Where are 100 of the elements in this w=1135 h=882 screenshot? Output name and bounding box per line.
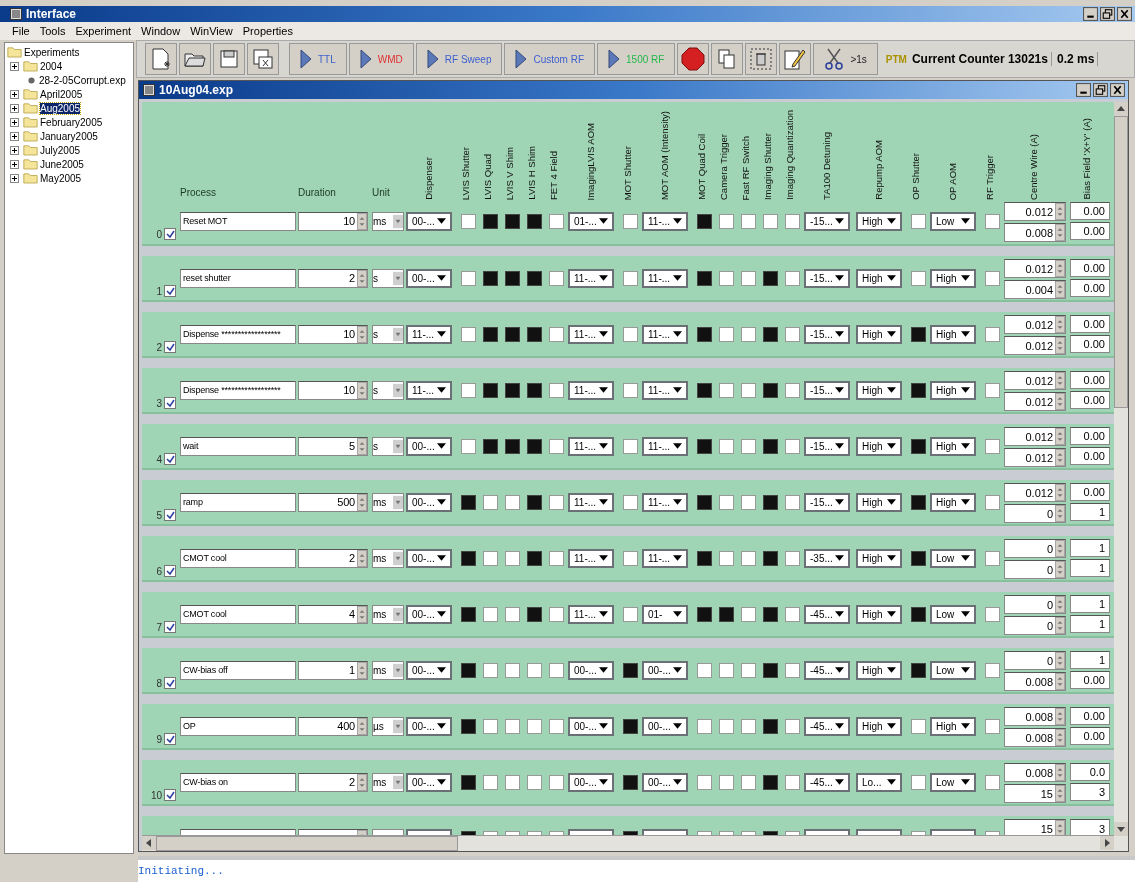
dropdown[interactable]: -45... [804,716,850,736]
process-name-field[interactable]: CMOT cool [180,604,296,624]
current-spin-field[interactable]: 0.00 [1070,671,1110,689]
current-spin-field[interactable]: 0.008 [1004,728,1066,747]
dropdown[interactable]: 00-... [406,436,452,456]
cut-button[interactable]: >1s [813,43,878,75]
current-spin-field[interactable]: 0.00 [1070,259,1110,277]
dropdown[interactable]: -35... [804,548,850,568]
current-spin-field[interactable]: 1 [1070,559,1110,577]
dropdown[interactable]: High [856,211,902,231]
dropdown[interactable]: High [930,436,976,456]
dropdown[interactable]: High [930,716,976,736]
duration-spin-field[interactable]: 2 [298,268,368,288]
menu-item[interactable]: File [12,25,30,37]
dropdown[interactable]: High [930,492,976,512]
current-spin-field[interactable]: 0.00 [1070,447,1110,465]
process-name-field[interactable]: OP [180,716,296,736]
current-spin-field[interactable]: 0.00 [1070,371,1110,389]
dropdown[interactable]: 11-... [642,436,688,456]
dropdown[interactable]: 11-... [642,380,688,400]
dropdown[interactable]: High [856,492,902,512]
dropdown[interactable]: 11-... [568,268,614,288]
dropdown[interactable]: Low [930,772,976,792]
dropdown[interactable]: 00-... [406,548,452,568]
dropdown[interactable]: 11-... [568,380,614,400]
duration-spin-field[interactable]: 1 [298,660,368,680]
current-spin-field[interactable]: 15 [1004,819,1066,835]
tree-item[interactable]: Aug2005 [40,102,81,114]
duration-spin-field[interactable]: 4 [298,604,368,624]
menu-item[interactable]: Experiment [75,25,132,37]
dropdown[interactable]: High [930,324,976,344]
current-spin-field[interactable]: 0 [1004,651,1066,670]
dropdown[interactable]: -15... [804,492,850,512]
current-spin-field[interactable]: 0.008 [1004,672,1066,691]
process-name-field[interactable]: Dispense ****************** [180,324,296,344]
current-spin-field[interactable]: 0.012 [1004,315,1066,334]
dropdown[interactable]: Low [930,660,976,680]
current-spin-field[interactable]: 1 [1070,615,1110,633]
current-spin-field[interactable]: 1 [1070,651,1110,669]
dropdown[interactable]: 11-... [568,324,614,344]
tree-item[interactable]: February2005 [40,116,103,128]
current-spin-field[interactable]: 0.008 [1004,707,1066,726]
current-spin-field[interactable]: 0.012 [1004,448,1066,467]
dropdown[interactable]: High [856,604,902,624]
current-spin-field[interactable]: 0.008 [1004,763,1066,782]
tree-item[interactable]: April2005 [40,88,83,100]
dropdown[interactable]: 00-... [406,492,452,512]
current-spin-field[interactable]: 0 [1004,595,1066,614]
dropdown[interactable]: High [930,380,976,400]
process-name-field[interactable]: CMOT cool [180,548,296,568]
process-name-field[interactable]: Dispense ****************** [180,380,296,400]
duration-spin-field[interactable]: 500 [298,492,368,512]
dropdown[interactable]: -15... [804,436,850,456]
current-spin-field[interactable]: 0.00 [1070,279,1110,297]
dropdown[interactable]: 11-... [642,324,688,344]
menu-item[interactable]: WinView [190,25,233,37]
dropdown[interactable]: 11-... [642,492,688,512]
dropdown[interactable]: Low [930,604,976,624]
dropdown[interactable]: High [856,548,902,568]
dropdown[interactable]: 11-... [568,436,614,456]
current-spin-field[interactable]: 0.012 [1004,336,1066,355]
current-spin-field[interactable]: 0 [1004,616,1066,635]
current-spin-field[interactable]: 0.012 [1004,392,1066,411]
current-spin-field[interactable]: 3 [1070,819,1110,835]
process-name-field[interactable]: wait [180,436,296,456]
unit-dropdown[interactable]: µs [372,716,404,736]
dropdown[interactable]: High [930,268,976,288]
dropdown[interactable]: Low [930,548,976,568]
current-spin-field[interactable]: 0.008 [1004,223,1066,242]
dropdown[interactable]: 00-... [642,660,688,680]
process-name-field[interactable]: ramp [180,492,296,512]
dropdown[interactable]: 11-... [568,492,614,512]
dropdown[interactable]: High [856,268,902,288]
unit-dropdown[interactable]: s [372,436,404,456]
current-spin-field[interactable]: 15 [1004,784,1066,803]
current-spin-field[interactable]: 0.00 [1070,483,1110,501]
current-spin-field[interactable]: 0.00 [1070,391,1110,409]
tree-item[interactable]: Experiments [24,46,80,58]
dropdown[interactable]: 00-... [406,604,452,624]
dropdown[interactable]: 11-... [568,604,614,624]
dropdown[interactable]: -15... [804,324,850,344]
dropdown[interactable]: -15... [804,268,850,288]
run-button[interactable]: TTL [289,43,347,75]
current-spin-field[interactable]: 0.00 [1070,335,1110,353]
tree-item[interactable]: May2005 [40,172,82,184]
current-spin-field[interactable]: 0 [1004,504,1066,523]
dropdown[interactable]: 11-... [406,324,452,344]
dropdown[interactable]: 01-... [568,211,614,231]
dropdown[interactable]: 00-... [406,211,452,231]
tree-item[interactable]: June2005 [40,158,84,170]
run-button[interactable]: RF Sweep [415,43,503,75]
dropdown[interactable]: High [856,324,902,344]
duration-spin-field[interactable]: 10 [298,324,368,344]
unit-dropdown[interactable]: ms [372,604,404,624]
dropdown[interactable]: 00-... [406,716,452,736]
dropdown[interactable]: -15... [804,380,850,400]
dropdown[interactable]: High [856,716,902,736]
duration-spin-field[interactable]: 10 [298,380,368,400]
current-spin-field[interactable]: 1 [1070,503,1110,521]
current-spin-field[interactable]: 0.012 [1004,259,1066,278]
